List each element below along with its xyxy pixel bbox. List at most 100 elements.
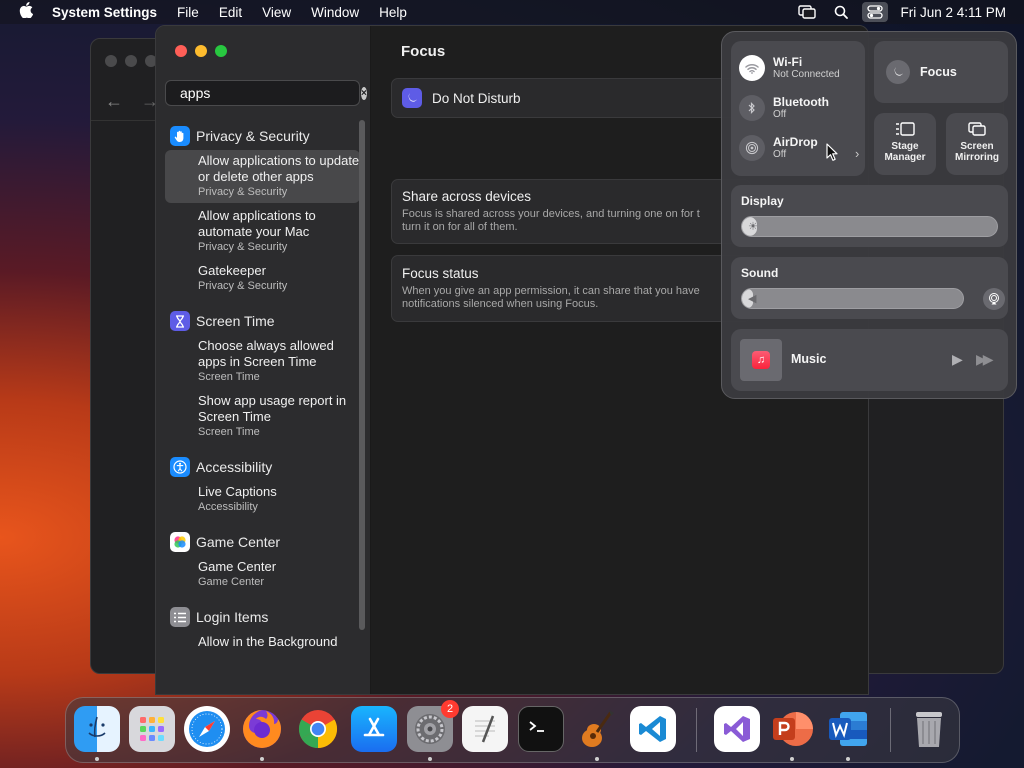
app-menu[interactable]: System Settings bbox=[52, 5, 157, 20]
finder-icon[interactable] bbox=[74, 706, 120, 752]
chrome-icon[interactable] bbox=[295, 706, 341, 752]
focus-status-title: Focus status bbox=[402, 266, 479, 281]
sidebar-scrollbar[interactable] bbox=[359, 120, 365, 630]
category-login-items[interactable]: Login Items bbox=[165, 605, 360, 629]
category-label: Game Center bbox=[196, 534, 281, 550]
result-allow-update-delete-apps[interactable]: Allow applications to update or delete o… bbox=[165, 150, 360, 203]
result-always-allowed-apps[interactable]: Choose always allowed apps in Screen Tim… bbox=[165, 335, 360, 388]
result-app-usage-report[interactable]: Show app usage report in Screen Time Scr… bbox=[165, 390, 360, 443]
category-label: Accessibility bbox=[196, 459, 273, 475]
spotlight-search-icon[interactable] bbox=[824, 0, 858, 24]
page-title: Focus bbox=[401, 43, 446, 60]
vscode-icon[interactable] bbox=[630, 706, 676, 752]
share-across-devices-description-2: turn it on for all of them. bbox=[402, 221, 518, 233]
bluetooth-icon bbox=[739, 95, 765, 121]
stage-manager-label-2: Manager bbox=[884, 152, 926, 163]
result-live-captions[interactable]: Live Captions Accessibility bbox=[165, 481, 360, 518]
category-screen-time[interactable]: Screen Time bbox=[165, 309, 360, 333]
focus-status-card[interactable]: Focus status When you give an app permis… bbox=[391, 255, 751, 322]
window-menu[interactable]: Window bbox=[311, 5, 359, 20]
stage-manager-label: Stage bbox=[891, 141, 919, 152]
view-menu[interactable]: View bbox=[262, 5, 291, 20]
album-art: ♫ bbox=[740, 339, 782, 381]
focus-tile[interactable]: Focus bbox=[874, 41, 1008, 103]
wifi-icon bbox=[739, 55, 765, 81]
airdrop-toggle[interactable]: AirDrop Off bbox=[739, 135, 818, 161]
share-across-devices-description: Focus is shared across your devices, and… bbox=[402, 208, 700, 220]
category-accessibility[interactable]: Accessibility bbox=[165, 455, 360, 479]
display-tile: Display ☀ bbox=[731, 185, 1008, 247]
search-input[interactable] bbox=[180, 85, 361, 101]
close-button[interactable] bbox=[175, 45, 187, 57]
firefox-running-indicator bbox=[260, 757, 264, 761]
result-gatekeeper[interactable]: Gatekeeper Privacy & Security bbox=[165, 260, 360, 297]
screen-mirroring-button[interactable]: Screen Mirroring bbox=[946, 113, 1008, 175]
system-settings-icon[interactable]: 2 bbox=[407, 700, 459, 752]
apple-menu-icon[interactable] bbox=[0, 2, 52, 22]
help-menu[interactable]: Help bbox=[379, 5, 407, 20]
category-privacy-security[interactable]: Privacy & Security bbox=[165, 124, 360, 148]
sidebar: × Privacy & Security Allow applications … bbox=[156, 26, 371, 694]
category-label: Login Items bbox=[196, 609, 269, 625]
stage-manager-button[interactable]: Stage Manager bbox=[874, 113, 936, 175]
firefox-icon[interactable] bbox=[239, 706, 285, 752]
file-menu[interactable]: File bbox=[177, 5, 199, 20]
word-icon[interactable] bbox=[825, 706, 871, 752]
background-window-controls bbox=[105, 55, 157, 67]
now-playing-tile[interactable]: ♫ Music ▶ ▶▶ bbox=[731, 329, 1008, 391]
clear-search-icon[interactable]: × bbox=[361, 86, 367, 100]
share-across-devices-title: Share across devices bbox=[402, 189, 532, 204]
result-subtitle: Screen Time bbox=[198, 371, 260, 383]
wifi-toggle[interactable]: Wi-Fi Not Connected bbox=[739, 55, 840, 81]
minimize-button[interactable] bbox=[195, 45, 207, 57]
focus-status-description: When you give an app permission, it can … bbox=[402, 285, 700, 297]
moon-icon bbox=[402, 88, 422, 108]
control-center-icon[interactable] bbox=[862, 2, 889, 22]
zoom-button[interactable] bbox=[215, 45, 227, 57]
fast-forward-icon[interactable]: ▶▶ bbox=[976, 351, 993, 368]
sun-icon: ☀ bbox=[748, 221, 758, 233]
back-arrow-icon[interactable]: ← bbox=[105, 91, 123, 112]
result-game-center[interactable]: Game Center Game Center bbox=[165, 556, 360, 593]
sound-label: Sound bbox=[741, 266, 779, 280]
display-label: Display bbox=[741, 194, 784, 208]
garageband-icon[interactable] bbox=[574, 706, 620, 752]
safari-icon[interactable] bbox=[184, 706, 230, 752]
result-title: Live Captions bbox=[198, 484, 277, 499]
chevron-right-icon[interactable]: › bbox=[855, 146, 859, 161]
do-not-disturb-label: Do Not Disturb bbox=[432, 90, 521, 106]
network-tile: Wi-Fi Not Connected Bluetooth Off AirDro… bbox=[731, 41, 865, 176]
bluetooth-toggle[interactable]: Bluetooth Off bbox=[739, 95, 829, 121]
airplay-audio-icon bbox=[989, 293, 999, 305]
speaker-icon: ◀ bbox=[748, 293, 757, 305]
airplay-audio-button[interactable] bbox=[983, 288, 1005, 310]
menu-bar-clock[interactable]: Fri Jun 2 4:11 PM bbox=[900, 5, 1006, 20]
airdrop-label: AirDrop bbox=[773, 135, 818, 149]
play-icon[interactable]: ▶ bbox=[952, 351, 963, 368]
edit-menu[interactable]: Edit bbox=[219, 5, 242, 20]
search-field[interactable]: × bbox=[165, 80, 367, 106]
screen-mirroring-icon[interactable] bbox=[790, 0, 824, 24]
result-allow-automate-mac[interactable]: Allow applications to automate your Mac … bbox=[165, 205, 360, 258]
hand-icon bbox=[170, 126, 190, 146]
terminal-icon[interactable] bbox=[518, 706, 564, 752]
powerpoint-icon[interactable] bbox=[769, 706, 815, 752]
trash-icon[interactable] bbox=[906, 706, 952, 752]
app-store-icon[interactable] bbox=[351, 706, 397, 752]
volume-slider[interactable]: ◀ bbox=[741, 288, 964, 309]
result-title: Gatekeeper bbox=[198, 263, 266, 278]
result-allow-in-background[interactable]: Allow in the Background bbox=[165, 631, 360, 654]
visual-studio-icon[interactable] bbox=[714, 706, 760, 752]
category-game-center[interactable]: Game Center bbox=[165, 530, 360, 554]
result-subtitle: Game Center bbox=[198, 576, 265, 588]
screen-mirroring-icon bbox=[946, 121, 1008, 139]
finder-running-indicator bbox=[95, 757, 99, 761]
category-label: Privacy & Security bbox=[196, 128, 310, 144]
music-note-icon: ♫ bbox=[752, 351, 770, 369]
brightness-slider[interactable]: ☀ bbox=[741, 216, 998, 237]
textedit-icon[interactable] bbox=[462, 706, 508, 752]
do-not-disturb-row[interactable]: Do Not Disturb bbox=[391, 78, 751, 118]
launchpad-icon[interactable] bbox=[129, 706, 175, 752]
garageband-running-indicator bbox=[595, 757, 599, 761]
moon-icon bbox=[886, 60, 910, 84]
